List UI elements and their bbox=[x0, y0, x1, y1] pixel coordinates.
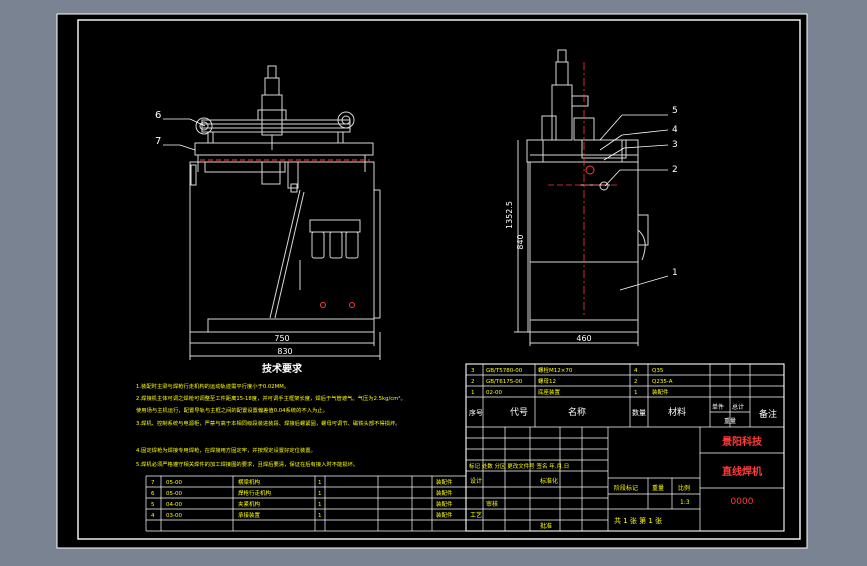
label-standard: 标准化 bbox=[540, 477, 558, 485]
bom-lower-row-7-no: 7 bbox=[151, 480, 155, 486]
bom-upper-row-1-code: 02-00 bbox=[486, 390, 502, 396]
bom-upper-row-2-qty: 2 bbox=[634, 379, 638, 385]
front-dim-inner: 750 bbox=[274, 334, 289, 343]
cad-drawing: 750 830 6 7 1352.5 840 460 5 4 3 2 1 技术要… bbox=[56, 13, 808, 549]
side-dim-width: 460 bbox=[576, 334, 591, 343]
bom-upper-row-2-no: 2 bbox=[471, 379, 475, 385]
bom-lower-row-6-no: 6 bbox=[151, 491, 155, 497]
callout-5: 5 bbox=[672, 106, 678, 116]
bom-lower-row-7-qty: 1 bbox=[318, 480, 322, 486]
bom-lower-row-6-name: 焊枪行走机构 bbox=[238, 489, 272, 497]
bom-upper-row-3-material: Q35 bbox=[652, 368, 664, 374]
bom-upper-row-3-name: 螺栓M12×70 bbox=[538, 366, 573, 374]
scale-value: 1:3 bbox=[680, 499, 690, 506]
header-qty: 数量 bbox=[632, 408, 646, 417]
bom-upper-row-1-qty: 1 bbox=[634, 390, 638, 396]
bom-upper-row-3-code: GB/T5780-00 bbox=[486, 368, 523, 374]
callout-2: 2 bbox=[672, 165, 678, 175]
bom-upper-row-3-no: 3 bbox=[471, 368, 475, 374]
header-single: 单件 bbox=[712, 403, 724, 411]
bom-upper-row-3-qty: 4 bbox=[634, 368, 638, 374]
tech-note-2: 2.焊接机主体可调之焊枪可调整至工件距离15-18度，并可调手主框架长度，焊后于… bbox=[136, 394, 406, 402]
header-seq: 序号 bbox=[469, 408, 483, 417]
bom-lower-row-4-code: 03-00 bbox=[166, 513, 182, 519]
header-material: 材料 bbox=[668, 406, 686, 418]
tech-note-3: 使用场与主机运行，配置导轨与主框之间的配置设置偏差值0.04系统的不入为止。 bbox=[136, 406, 328, 414]
callout-1: 1 bbox=[672, 268, 678, 278]
label-process: 工艺 bbox=[470, 511, 482, 519]
bom-lower-row-6-code: 05-00 bbox=[166, 491, 182, 497]
bom-upper-row-2-code: GB/T6175-00 bbox=[486, 379, 523, 385]
bom-upper-row-1-no: 1 bbox=[471, 390, 475, 396]
tech-note-1: 1.装配时主梁与焊枪行走机构的运动轨迹需平行度小于0.02MM。 bbox=[136, 382, 289, 390]
bom-lower-row-5-note: 装配件 bbox=[436, 500, 453, 508]
bom-lower-row-5-name: 夹紧机构 bbox=[238, 500, 261, 508]
drawing-name: 直线焊机 bbox=[722, 465, 762, 478]
bom-lower-row-4-note: 装配件 bbox=[436, 511, 453, 519]
callout-6: 6 bbox=[155, 110, 161, 121]
bom-upper-row-1-name: 底座装置 bbox=[538, 388, 561, 396]
label-audit: 审核 bbox=[486, 500, 498, 508]
bom-lower-row-7-name: 横梁机构 bbox=[238, 478, 261, 486]
header-remark: 备注 bbox=[759, 408, 777, 420]
drawing-no: 0000 bbox=[731, 497, 754, 507]
bom-lower-row-4-name: 承接装置 bbox=[238, 511, 261, 519]
bom-upper-row-1-material: 装配件 bbox=[652, 388, 669, 396]
side-dim-total: 1352.5 bbox=[505, 201, 514, 229]
bom-lower-row-5-no: 5 bbox=[151, 502, 155, 508]
bom-lower-row-7-note: 装配件 bbox=[436, 478, 453, 486]
tech-note-5: 4.固定焊枪为焊接专用焊枪，在焊接用方固定牢，并按规定设置好定位装置。 bbox=[136, 446, 316, 454]
callout-7: 7 bbox=[155, 136, 161, 147]
label-design: 设计 bbox=[470, 477, 482, 485]
header-weight: 重量 bbox=[724, 417, 736, 425]
header-name: 名称 bbox=[568, 406, 586, 418]
bom-lower-row-6-qty: 1 bbox=[318, 491, 322, 497]
header-code: 代号 bbox=[510, 407, 528, 418]
callout-3: 3 bbox=[672, 140, 678, 150]
bom-lower-row-7-code: 05-00 bbox=[166, 480, 182, 486]
bom-lower-row-5-qty: 1 bbox=[318, 502, 322, 508]
bom-lower-row-4-no: 4 bbox=[151, 513, 155, 519]
label-scale: 比例 bbox=[678, 484, 690, 492]
side-dim-inner: 840 bbox=[516, 234, 525, 249]
label-approve: 批准 bbox=[540, 522, 552, 530]
sign-row: 标记 处数 分区 更改文件号 签名 年.月.日 bbox=[469, 462, 569, 470]
org-name: 景阳科技 bbox=[722, 435, 763, 448]
tech-note-4: 3.焊机、控制系统与电源柜，严禁与高于本相同级段装进装段、焊接后螺紧固，螺母可调… bbox=[136, 419, 401, 427]
callout-4: 4 bbox=[672, 125, 678, 135]
bom-upper-row-2-material: Q235-A bbox=[652, 379, 673, 385]
sheet-text: 共 1 张 第 1 张 bbox=[614, 516, 662, 525]
bom-lower-row-5-code: 04-00 bbox=[166, 502, 182, 508]
tech-notes-title: 技术要求 bbox=[262, 362, 303, 375]
tech-note-6: 5.焊机必须严格遵守相关焊件的加工焊接图的要求，且焊后要清，保证在后有接入时不能… bbox=[136, 460, 358, 468]
label-weight: 重量 bbox=[652, 484, 664, 492]
bom-lower-row-6-note: 装配件 bbox=[436, 489, 453, 497]
label-stage: 阶段标记 bbox=[614, 484, 638, 492]
header-total: 总计 bbox=[732, 403, 744, 411]
cad-window: 750 830 6 7 1352.5 840 460 5 4 3 2 1 技术要… bbox=[0, 0, 867, 562]
bom-upper-row-2-name: 螺母12 bbox=[538, 377, 556, 385]
bom-lower-row-4-qty: 1 bbox=[318, 513, 322, 519]
front-dim-outer: 830 bbox=[277, 347, 292, 356]
